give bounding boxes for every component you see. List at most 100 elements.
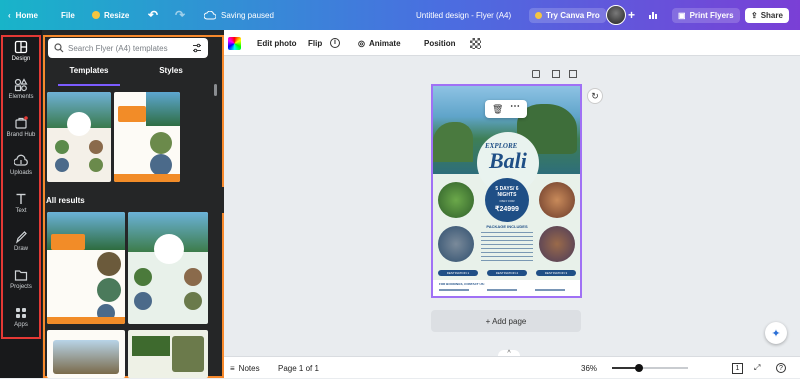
template-thumb-badge [154, 234, 184, 264]
zoom-slider[interactable] [612, 364, 688, 372]
template-thumb-tag [132, 336, 170, 356]
plus-icon: + [628, 8, 636, 22]
avatar-image [606, 5, 626, 25]
color-picker-icon [228, 36, 241, 50]
template-thumb-circle [150, 154, 172, 176]
section-title: All results [46, 196, 85, 205]
save-status-label: Saving paused [221, 10, 274, 20]
template-card[interactable] [47, 212, 125, 324]
delete-icon[interactable]: 🗑 [492, 104, 503, 115]
magic-assistant-button[interactable]: ✦ [765, 322, 787, 344]
flyer-destination-label: DESTINATION 1 [446, 271, 470, 275]
insights-button[interactable] [648, 0, 658, 30]
tab-styles[interactable]: Styles [130, 66, 212, 82]
notes-label: Notes [238, 363, 260, 373]
notes-button[interactable]: ≡ Notes [230, 357, 260, 379]
info-icon: i [330, 38, 340, 48]
flyer-price-prefix: ONLY FOR [499, 199, 515, 203]
template-card[interactable] [47, 92, 111, 182]
template-thumb-circle [89, 140, 103, 154]
template-thumb-image [172, 336, 204, 372]
flyer-destination-button[interactable]: DESTINATION 2 [487, 270, 527, 276]
template-thumb-circle [97, 252, 121, 276]
template-thumb-circle [97, 278, 121, 302]
template-card[interactable] [114, 92, 180, 182]
flyer-photo-circle[interactable] [539, 182, 575, 218]
search-input[interactable]: Search Flyer (A4) templates [48, 38, 208, 58]
template-thumb-circle [89, 158, 103, 172]
notes-icon: ≡ [230, 363, 235, 373]
position-button[interactable]: Position [424, 30, 456, 56]
template-thumb-circle [55, 140, 69, 154]
tab-templates-label: Templates [69, 66, 109, 75]
template-card[interactable] [128, 330, 208, 378]
print-label: Print Flyers [689, 10, 734, 20]
home-button[interactable]: ‹ Home [8, 0, 38, 30]
help-icon: ? [776, 363, 786, 373]
flip-label: Flip [308, 38, 323, 48]
template-thumb-circle [55, 158, 69, 172]
edit-photo-button[interactable]: Edit photo [257, 30, 297, 56]
bar-chart-icon [649, 12, 657, 19]
pages-icon: 1 [732, 362, 743, 374]
help-button[interactable]: ? [776, 357, 786, 379]
sparkle-icon: ✦ [771, 327, 781, 340]
document-title[interactable]: Untitled design - Flyer (A4) [416, 0, 511, 30]
print-flyers-button[interactable]: ▣ Print Flyers [672, 0, 740, 30]
resize-button[interactable]: Resize [92, 0, 129, 30]
flip-button[interactable]: Flip [308, 30, 322, 56]
rail-highlight-outline [1, 35, 41, 339]
undo-button[interactable]: ↶ [148, 0, 158, 30]
flyer-contact-lines [439, 289, 575, 291]
flyer-photo-circle[interactable] [438, 182, 474, 218]
zoom-percentage[interactable]: 36% [581, 357, 597, 379]
flyer-destination-button[interactable]: DESTINATION 1 [438, 270, 478, 276]
add-page-label: + Add page [485, 316, 527, 326]
flyer-destination-label: DESTINATION 2 [495, 271, 519, 275]
template-thumb-circle [184, 292, 202, 310]
transparency-button[interactable] [470, 30, 481, 56]
more-options-icon[interactable]: ⋯ [510, 101, 520, 112]
add-page-button[interactable]: + Add page [431, 310, 581, 332]
context-toolbar: Edit photo Flip i ◎ Animate Position [224, 30, 800, 56]
flyer-place[interactable]: Bali [489, 148, 527, 174]
document-title-label: Untitled design - Flyer (A4) [416, 10, 512, 20]
template-card[interactable] [47, 330, 125, 378]
template-card[interactable] [128, 212, 208, 324]
shirt-icon: ▣ [678, 10, 686, 20]
flyer-photo-circle[interactable] [438, 226, 474, 262]
filter-icon[interactable] [192, 43, 202, 53]
zoom-slider-thumb[interactable] [635, 364, 643, 372]
avatar[interactable] [606, 0, 626, 30]
lock-icon[interactable] [532, 70, 540, 78]
redo-button[interactable]: ↷ [175, 0, 185, 30]
tab-templates[interactable]: Templates [48, 66, 130, 86]
flyer-photo-circle[interactable] [539, 226, 575, 262]
panel-highlight-outline [43, 35, 224, 378]
undo-icon: ↶ [148, 8, 159, 22]
animate-label: Animate [368, 38, 401, 48]
save-status[interactable]: Saving paused [204, 0, 274, 30]
share-label: Share [760, 10, 783, 20]
animate-button[interactable]: ◎ Animate [358, 30, 401, 56]
duplicate-icon[interactable] [552, 70, 560, 78]
share-button[interactable]: ⇪ Share [745, 0, 789, 30]
panel-scrollbar[interactable] [214, 84, 217, 96]
page-count-button[interactable]: 1 [732, 357, 743, 379]
zoom-label: 36% [581, 363, 598, 373]
flyer-destination-button[interactable]: DESTINATION 3 [536, 270, 576, 276]
color-swatch-button[interactable] [228, 30, 241, 56]
try-canva-pro-button[interactable]: Try Canva Pro [529, 0, 606, 30]
rotate-icon[interactable]: ↻ [587, 88, 603, 104]
flyer-includes-title[interactable]: PACKAGE INCLUDES [477, 224, 537, 229]
crown-icon [92, 11, 100, 19]
page-indicator-label: Page 1 of 1 [278, 363, 319, 373]
fullscreen-button[interactable]: ⤢ [754, 357, 760, 379]
flyer-contact-title[interactable]: FOR BOOKINGS, CONTACT US: [439, 282, 485, 286]
template-thumb-circle [134, 292, 152, 310]
add-collaborator-button[interactable]: + [628, 0, 635, 30]
file-menu-button[interactable]: File [61, 0, 75, 30]
page-indicator[interactable]: Page 1 of 1 [278, 357, 319, 379]
info-button[interactable]: i [330, 30, 340, 56]
add-page-icon[interactable] [569, 70, 577, 78]
